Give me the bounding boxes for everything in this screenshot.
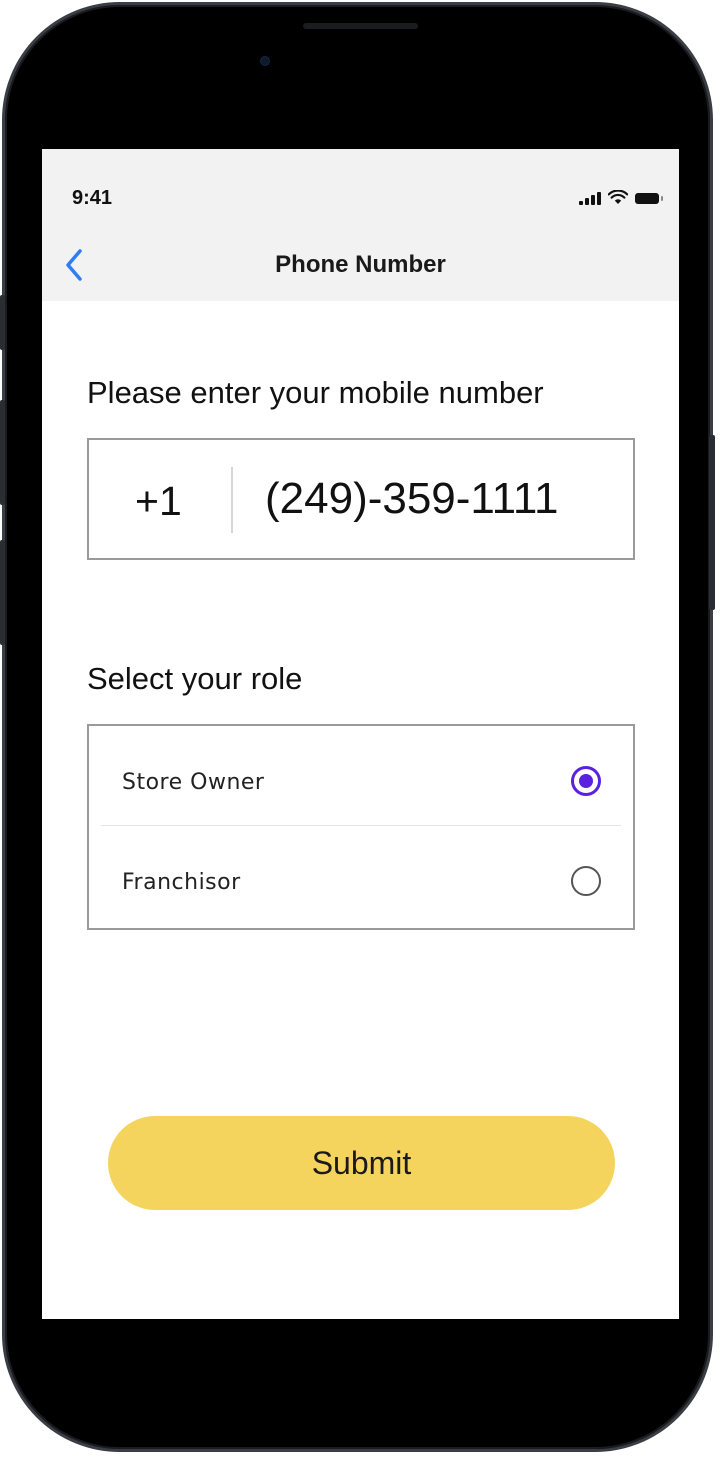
role-option-store-owner[interactable]: Store Owner <box>89 726 633 826</box>
phone-frame: 9:41 Phone Number Please enter your mobi… <box>2 2 713 1452</box>
signal-icon <box>579 191 601 205</box>
status-icons <box>579 190 663 205</box>
power-button <box>709 435 715 610</box>
role-selector: Store Owner Franchisor <box>87 724 635 930</box>
wifi-icon <box>608 190 628 204</box>
role-option-label: Franchisor <box>122 870 241 895</box>
role-label: Select your role <box>87 661 303 696</box>
radio-unselected-icon[interactable] <box>571 866 601 896</box>
radio-selected-icon[interactable] <box>571 766 601 796</box>
screen: 9:41 Phone Number Please enter your mobi… <box>42 149 679 1319</box>
phone-field[interactable]: +1 <box>87 438 635 560</box>
speaker-grille <box>303 23 418 29</box>
page-title: Phone Number <box>275 251 446 278</box>
front-camera <box>261 57 269 65</box>
battery-icon <box>635 193 663 204</box>
role-option-label: Store Owner <box>122 770 265 795</box>
country-code[interactable]: +1 <box>135 478 182 525</box>
status-time: 9:41 <box>72 187 113 209</box>
submit-button[interactable]: Submit <box>108 1116 615 1210</box>
phone-input[interactable] <box>265 474 605 524</box>
status-bar: 9:41 <box>42 149 679 237</box>
mute-switch <box>0 295 5 350</box>
role-option-franchisor[interactable]: Franchisor <box>89 826 633 926</box>
phone-divider <box>231 467 233 533</box>
nav-bar: Phone Number <box>42 237 679 301</box>
volume-down-button <box>0 540 5 645</box>
volume-up-button <box>0 400 5 505</box>
phone-label: Please enter your mobile number <box>87 375 544 410</box>
